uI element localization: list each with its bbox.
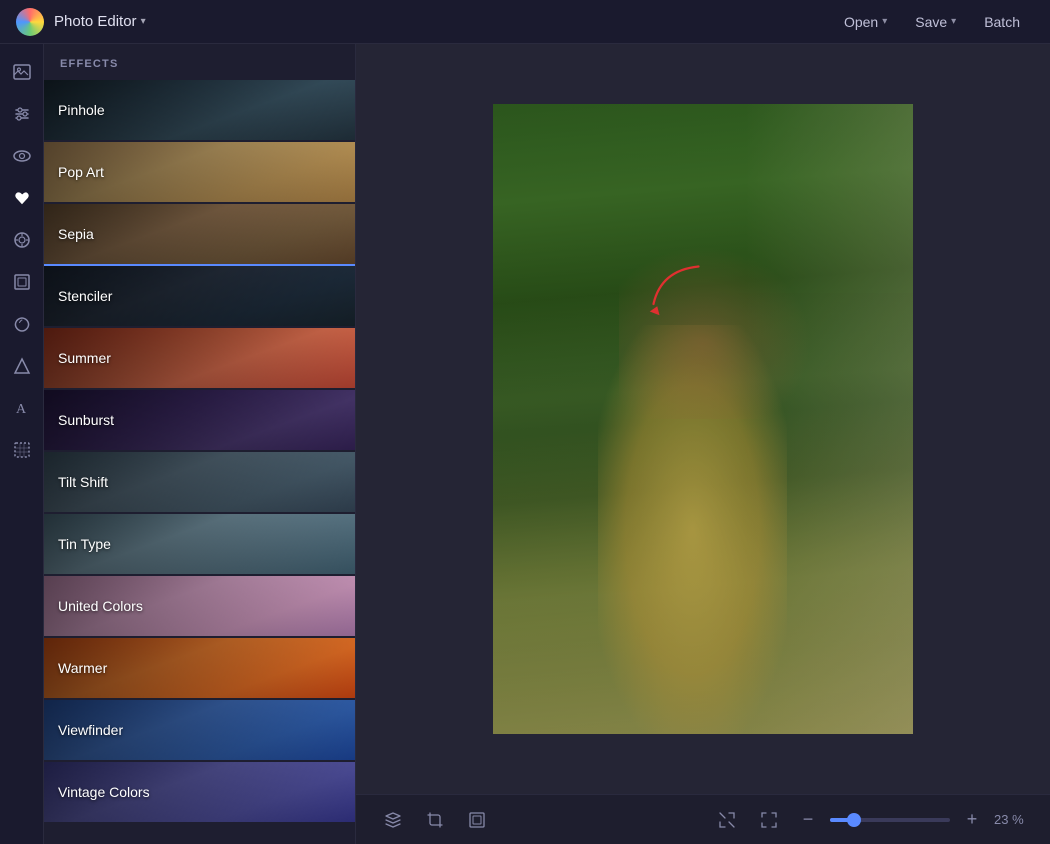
zoom-out-button[interactable]: − (794, 806, 822, 834)
effect-label-vintagecolors: Vintage Colors (58, 784, 150, 800)
sidebar-item-textures[interactable] (4, 432, 40, 468)
zoom-in-button[interactable]: + (958, 806, 986, 834)
save-button[interactable]: Save ▾ (901, 8, 970, 36)
sidebar-item-frames[interactable] (4, 264, 40, 300)
open-arrow: ▾ (882, 16, 887, 27)
zoom-slider[interactable] (830, 818, 950, 822)
effect-item-sepia[interactable]: Sepia (44, 204, 355, 266)
effects-panel: EFFECTS Pinhole Pop Art Sepia Stenciler Summ… (44, 44, 356, 844)
photo-display (493, 104, 913, 734)
frame-bottom-button[interactable] (460, 803, 494, 837)
fullscreen-button[interactable] (752, 803, 786, 837)
effect-item-tintype[interactable]: Tin Type (44, 514, 355, 576)
batch-label: Batch (984, 14, 1020, 30)
expand-button[interactable] (710, 803, 744, 837)
sidebar-item-overlays[interactable] (4, 306, 40, 342)
effect-label-tintype: Tin Type (58, 536, 111, 552)
open-button[interactable]: Open ▾ (830, 8, 901, 36)
save-arrow: ▾ (951, 16, 956, 27)
effect-label-popart: Pop Art (58, 164, 104, 180)
zoom-controls: − + 23 % (794, 806, 1030, 834)
title-text: Photo Editor (54, 13, 137, 30)
sidebar-item-adjust[interactable] (4, 96, 40, 132)
bottom-toolbar: − + 23 % (356, 794, 1050, 844)
app-logo (16, 8, 44, 36)
sidebar-item-image[interactable] (4, 54, 40, 90)
app-title: Photo Editor ▾ (54, 13, 146, 30)
sidebar-item-shapes[interactable] (4, 348, 40, 384)
effect-item-tiltshift[interactable]: Tilt Shift (44, 452, 355, 514)
canvas-area: − + 23 % (356, 44, 1050, 844)
effect-item-popart[interactable]: Pop Art (44, 142, 355, 204)
sidebar-item-text[interactable]: A (4, 390, 40, 426)
effect-label-viewfinder: Viewfinder (58, 722, 123, 738)
effect-item-unitedcolors[interactable]: United Colors (44, 576, 355, 638)
effect-label-tiltshift: Tilt Shift (58, 474, 108, 490)
sidebar-item-favorites[interactable] (4, 180, 40, 216)
effect-label-sepia: Sepia (58, 226, 94, 242)
open-label: Open (844, 14, 878, 30)
zoom-slider-thumb[interactable] (847, 813, 861, 827)
effect-item-viewfinder[interactable]: Viewfinder (44, 700, 355, 762)
crop-button[interactable] (418, 803, 452, 837)
batch-button[interactable]: Batch (970, 8, 1034, 36)
zoom-minus-icon: − (803, 809, 814, 830)
effects-header: EFFECTS (44, 44, 355, 80)
effect-item-sunburst[interactable]: Sunburst (44, 390, 355, 452)
title-arrow[interactable]: ▾ (141, 16, 146, 27)
effect-label-sunburst: Sunburst (58, 412, 114, 428)
effect-label-pinhole: Pinhole (58, 102, 105, 118)
effects-list: Pinhole Pop Art Sepia Stenciler Summer Sunbur… (44, 80, 355, 844)
zoom-value: 23 % (994, 812, 1030, 827)
sidebar-item-effects[interactable] (4, 222, 40, 258)
layers-button[interactable] (376, 803, 410, 837)
main-area: A EFFECTS Pinhole Pop Art Sepia Stenciler Su… (0, 44, 1050, 844)
zoom-plus-icon: + (967, 809, 978, 830)
effect-item-warmer[interactable]: Warmer (44, 638, 355, 700)
effect-label-stenciler: Stenciler (58, 288, 112, 304)
sidebar-item-preview[interactable] (4, 138, 40, 174)
canvas-viewport[interactable] (356, 44, 1050, 794)
topbar: Photo Editor ▾ Open ▾ Save ▾ Batch (0, 0, 1050, 44)
effect-label-warmer: Warmer (58, 660, 107, 676)
effect-label-unitedcolors: United Colors (58, 598, 143, 614)
icon-sidebar: A (0, 44, 44, 844)
effect-item-vintagecolors[interactable]: Vintage Colors (44, 762, 355, 824)
effect-item-summer[interactable]: Summer (44, 328, 355, 390)
effect-item-pinhole[interactable]: Pinhole (44, 80, 355, 142)
effect-item-stenciler[interactable]: Stenciler (44, 266, 355, 328)
svg-text:A: A (16, 402, 27, 417)
save-label: Save (915, 14, 947, 30)
effect-label-summer: Summer (58, 350, 111, 366)
